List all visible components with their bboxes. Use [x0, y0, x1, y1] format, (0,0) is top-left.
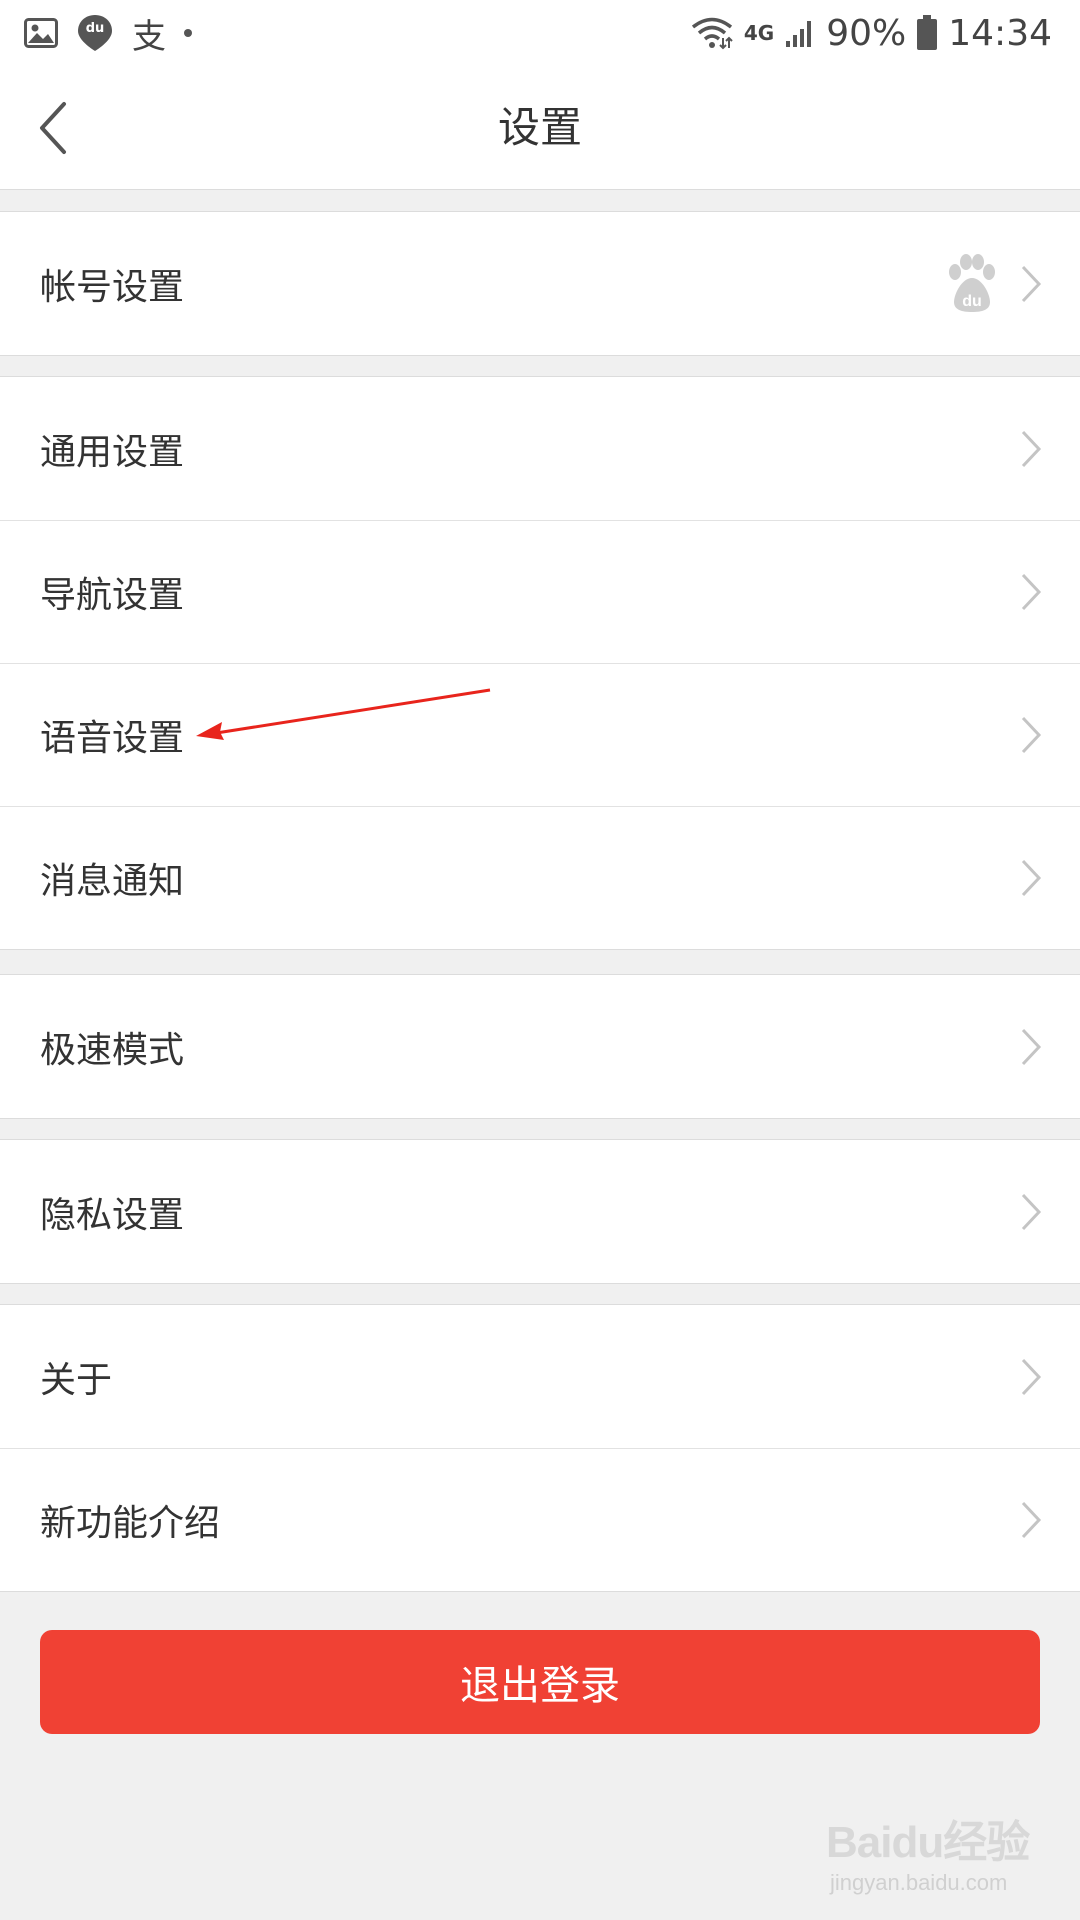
settings-item-label: 语音设置 — [40, 717, 185, 759]
settings-item-label: 导航设置 — [40, 574, 185, 616]
annotation-arrow-icon — [196, 688, 491, 740]
chevron-right-icon — [1021, 1358, 1042, 1395]
chevron-left-icon — [40, 102, 66, 154]
back-button[interactable] — [28, 96, 78, 160]
watermark-brand: Baidu经验 — [826, 1818, 1030, 1867]
settings-group-account: 帐号设置 du — [0, 211, 1080, 356]
wifi-icon — [691, 17, 733, 50]
battery-icon — [917, 15, 938, 50]
baidu-map-icon-text: du — [85, 21, 105, 36]
baidu-jingyan-watermark: Baidu经验 jingyan.baidu.com — [826, 1798, 1056, 1908]
settings-item-navigation[interactable]: 导航设置 — [0, 520, 1080, 663]
svg-text:du: du — [962, 293, 982, 310]
settings-item-voice[interactable]: 语音设置 — [0, 663, 1080, 806]
battery-percent: 90% — [826, 12, 907, 54]
chevron-right-icon — [1021, 1028, 1042, 1065]
settings-group-general: 通用设置 导航设置 语音设置 消息通知 — [0, 376, 1080, 950]
chevron-right-icon — [1021, 1193, 1042, 1230]
settings-group-privacy: 隐私设置 — [0, 1139, 1080, 1284]
settings-item-label: 隐私设置 — [40, 1194, 185, 1236]
settings-item-label: 极速模式 — [40, 1029, 185, 1071]
settings-item-speed-mode[interactable]: 极速模式 — [0, 975, 1080, 1118]
settings-item-label: 帐号设置 — [40, 266, 185, 308]
settings-item-label: 关于 — [40, 1359, 113, 1401]
chevron-right-icon — [1021, 430, 1042, 467]
chevron-right-icon — [1021, 573, 1042, 610]
status-right: 4G 90% 14:34 — [680, 13, 1052, 54]
settings-item-notifications[interactable]: 消息通知 — [0, 806, 1080, 949]
title-bar: 设置 — [0, 66, 1080, 190]
settings-item-label: 消息通知 — [40, 860, 185, 902]
baidu-paw-icon: du — [949, 253, 995, 312]
settings-page: du 支 4G 90% 14:34 设置 帐号设置 du 通用设置 导航设置 语… — [0, 0, 1080, 1920]
notification-dot-icon — [184, 29, 192, 37]
chevron-right-icon — [1021, 265, 1042, 302]
settings-item-label: 通用设置 — [40, 431, 185, 473]
page-title: 设置 — [497, 103, 582, 152]
settings-item-privacy[interactable]: 隐私设置 — [0, 1140, 1080, 1283]
settings-item-whats-new[interactable]: 新功能介绍 — [0, 1448, 1080, 1591]
image-icon — [24, 18, 58, 48]
settings-group-speed: 极速模式 — [0, 974, 1080, 1119]
status-bar: du 支 4G 90% 14:34 — [0, 0, 1080, 66]
chevron-right-icon — [1021, 716, 1042, 753]
chevron-right-icon — [1021, 1501, 1042, 1538]
settings-item-general[interactable]: 通用设置 — [0, 377, 1080, 520]
watermark-url: jingyan.baidu.com — [830, 1870, 1008, 1895]
clock: 14:34 — [948, 12, 1052, 54]
signal-icon — [786, 21, 812, 47]
settings-item-account[interactable]: 帐号设置 du — [0, 212, 1080, 355]
network-type: 4G — [743, 21, 775, 45]
settings-group-about: 关于 新功能介绍 — [0, 1304, 1080, 1592]
settings-item-about[interactable]: 关于 — [0, 1305, 1080, 1448]
baidu-map-icon: du — [76, 13, 114, 53]
chevron-right-icon — [1021, 859, 1042, 896]
settings-item-label: 新功能介绍 — [40, 1502, 221, 1544]
logout-button[interactable]: 退出登录 — [40, 1630, 1040, 1734]
status-left: du 支 — [24, 9, 210, 58]
alipay-icon: 支 — [132, 16, 166, 57]
